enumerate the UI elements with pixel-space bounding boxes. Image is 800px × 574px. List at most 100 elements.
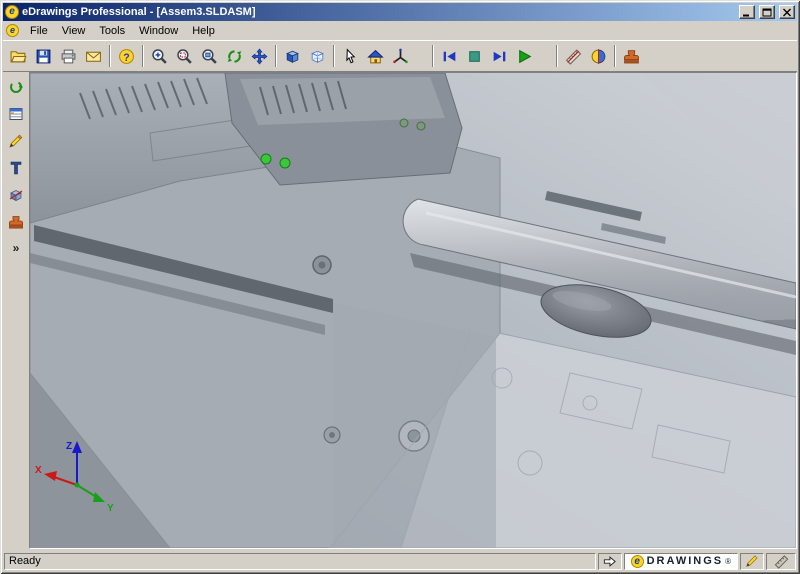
pan-icon: [251, 48, 268, 64]
title-bar[interactable]: e eDrawings Professional - [Assem3.SLDAS…: [3, 3, 797, 21]
play-animation-button[interactable]: [512, 44, 537, 69]
markup-status-button[interactable]: [740, 552, 764, 570]
triad-y-label: Y: [107, 503, 114, 514]
toolbar-separator: [109, 45, 111, 67]
cross-section-icon: [591, 48, 606, 64]
menu-view[interactable]: View: [55, 23, 93, 39]
select-button[interactable]: [338, 44, 363, 69]
toolbar-separator: [432, 45, 434, 67]
measure-ruler-icon: [774, 554, 788, 569]
close-icon: [783, 8, 791, 16]
save-button[interactable]: [31, 44, 56, 69]
stamp-icon: [624, 49, 639, 63]
main-area: » Z X Y: [3, 72, 797, 549]
document-icon: e: [6, 24, 19, 37]
pan-button[interactable]: [247, 44, 272, 69]
print-button[interactable]: [56, 44, 81, 69]
save-icon: [36, 49, 51, 63]
shaded-cube-icon: [286, 50, 299, 63]
brand-registered: ®: [725, 556, 731, 566]
caliper-icon: [10, 161, 22, 175]
left-toolbar: »: [3, 72, 29, 549]
zoom-to-area-button[interactable]: [172, 44, 197, 69]
triad-x-label: X: [35, 465, 42, 476]
edrawings-branding: e DRAWINGS ®: [623, 552, 738, 570]
measure-side-button[interactable]: [5, 157, 27, 179]
triad-z-label: Z: [66, 441, 72, 452]
brand-text: DRAWINGS: [646, 555, 724, 567]
animate-button[interactable]: [5, 76, 27, 98]
previous-view-button[interactable]: [437, 44, 462, 69]
window-title: eDrawings Professional - [Assem3.SLDASM]: [22, 6, 256, 18]
maximize-button[interactable]: [759, 5, 775, 19]
minimize-button[interactable]: [739, 5, 755, 19]
markup-button[interactable]: [5, 130, 27, 152]
markup-pencil-icon: [746, 555, 758, 567]
toolbar-separator: [556, 45, 558, 67]
model-sight-top-facet: [240, 77, 445, 125]
measure-icon: [565, 48, 582, 65]
toolbar-separator: [142, 45, 144, 67]
cross-section-button[interactable]: [586, 44, 611, 69]
app-icon: e: [5, 5, 19, 19]
stamp-side-button[interactable]: [5, 211, 27, 233]
screw-1-center: [318, 261, 326, 269]
menu-bar: e File View Tools Window Help: [3, 21, 797, 40]
previous-icon: [443, 51, 456, 61]
pencil-icon: [9, 134, 23, 148]
status-ready-field: Ready: [4, 552, 596, 570]
components-icon: [9, 108, 23, 120]
3d-pointer-button[interactable]: [388, 44, 413, 69]
menu-tools[interactable]: Tools: [92, 23, 132, 39]
wireframe-cube-icon: [311, 50, 324, 63]
led-green-1: [260, 153, 272, 165]
status-text: Ready: [9, 555, 41, 567]
open-button[interactable]: [6, 44, 31, 69]
menu-file[interactable]: File: [23, 23, 55, 39]
section-box-icon: [9, 190, 23, 202]
measure-status-button[interactable]: [766, 552, 796, 570]
send-email-button[interactable]: [81, 44, 106, 69]
next-icon: [493, 51, 506, 61]
maximize-icon: [762, 8, 772, 16]
stamp-button[interactable]: [619, 44, 644, 69]
zoom-in-button[interactable]: [147, 44, 172, 69]
panel-arrow-button[interactable]: [597, 552, 622, 570]
help-button[interactable]: ?: [114, 44, 139, 69]
app-window: e eDrawings Professional - [Assem3.SLDAS…: [0, 0, 800, 574]
toolbar-separator: [614, 45, 616, 67]
close-button[interactable]: [779, 5, 795, 19]
minimize-icon: [743, 14, 749, 16]
zoom-to-fit-button[interactable]: [197, 44, 222, 69]
rotate-view-button[interactable]: [222, 44, 247, 69]
measure-button[interactable]: [561, 44, 586, 69]
stop-animation-button[interactable]: [462, 44, 487, 69]
viewport-3d[interactable]: Z X Y: [29, 72, 797, 549]
wireframe-view-button[interactable]: [305, 44, 330, 69]
shaded-view-button[interactable]: [280, 44, 305, 69]
next-view-button[interactable]: [487, 44, 512, 69]
menu-help[interactable]: Help: [185, 23, 222, 39]
home-icon: [367, 49, 384, 63]
print-icon: [61, 49, 76, 63]
zoom-in-icon: [152, 48, 167, 64]
menu-window[interactable]: Window: [132, 23, 185, 39]
toolbar-separator: [333, 45, 335, 67]
toolbar: ?: [3, 40, 797, 72]
components-button[interactable]: [5, 103, 27, 125]
cross-section-side-button[interactable]: [5, 184, 27, 206]
animate-icon: [10, 81, 23, 93]
edrawings-logo-icon: e: [630, 554, 644, 568]
stop-icon: [469, 50, 480, 62]
vent-dot-2: [416, 121, 426, 131]
zoom-fit-icon: [202, 48, 217, 64]
home-view-button[interactable]: [363, 44, 388, 69]
led-green-2: [279, 157, 291, 169]
model-render: Z X Y: [30, 73, 796, 548]
arrow-right-icon: [603, 555, 616, 567]
expand-panel-button[interactable]: »: [13, 241, 20, 255]
rotate-icon: [227, 49, 242, 63]
3d-pointer-icon: [393, 48, 408, 63]
play-icon: [519, 49, 532, 63]
vent-dot-1: [399, 118, 409, 128]
